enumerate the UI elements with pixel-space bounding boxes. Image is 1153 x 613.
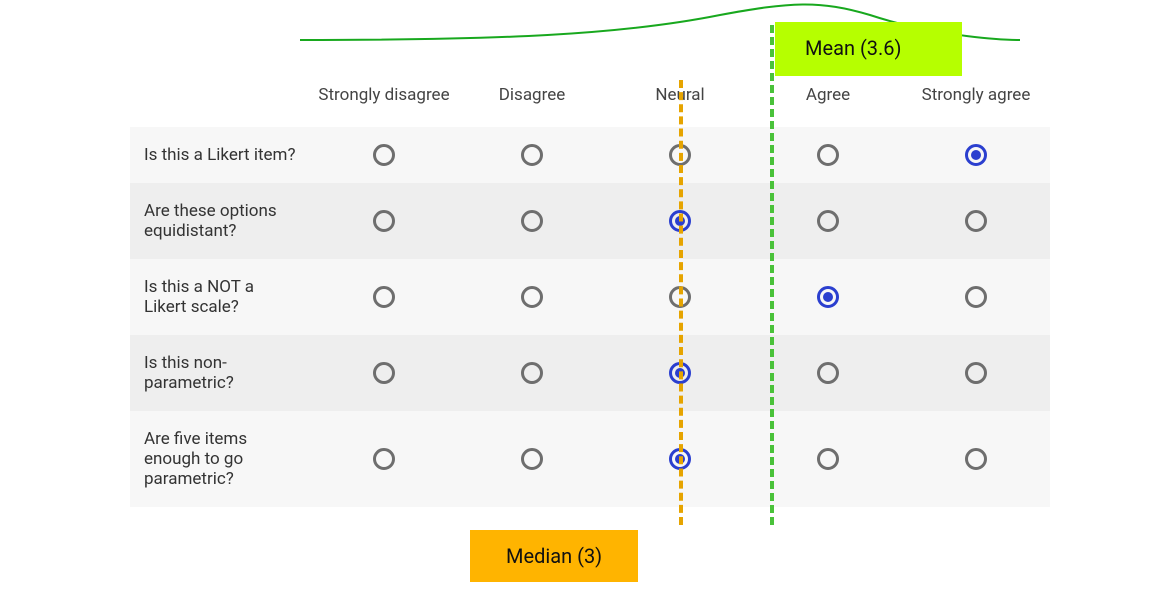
choice-cell: [458, 183, 606, 259]
column-header: Agree: [754, 75, 902, 127]
column-header: Strongly disagree: [310, 75, 458, 127]
distribution-curve: [0, 0, 1153, 60]
likert-grid: Strongly disagreeDisagreeNeuralAgreeStro…: [130, 75, 1050, 507]
question-text: Is this a Likert item?: [144, 145, 296, 165]
choice-cell: [310, 335, 458, 411]
radio-option[interactable]: [965, 144, 987, 166]
radio-option[interactable]: [965, 286, 987, 308]
header-empty: [130, 75, 310, 127]
choice-cell: [754, 335, 902, 411]
radio-option[interactable]: [817, 144, 839, 166]
choice-cell: [458, 259, 606, 335]
radio-option[interactable]: [373, 448, 395, 470]
question-text: Are these options equidistant?: [144, 201, 277, 241]
median-badge: Median (3): [470, 530, 638, 582]
column-header: Strongly agree: [902, 75, 1050, 127]
choice-cell: [754, 183, 902, 259]
choice-cell: [902, 127, 1050, 183]
choice-cell: [310, 259, 458, 335]
choice-cell: [458, 127, 606, 183]
column-header-label: Strongly disagree: [318, 85, 450, 105]
radio-option[interactable]: [817, 286, 839, 308]
choice-cell: [754, 411, 902, 507]
radio-option[interactable]: [521, 448, 543, 470]
median-label: Median (3): [506, 544, 602, 568]
radio-option[interactable]: [521, 210, 543, 232]
radio-option[interactable]: [521, 144, 543, 166]
question-cell: Are five items enough to go parametric?: [130, 411, 310, 507]
question-text: Are five items enough to go parametric?: [144, 429, 247, 489]
radio-option[interactable]: [965, 210, 987, 232]
choice-cell: [902, 259, 1050, 335]
question-cell: Are these options equidistant?: [130, 183, 310, 259]
radio-option[interactable]: [373, 286, 395, 308]
mean-label: Mean (3.6): [805, 36, 902, 60]
column-header: Disagree: [458, 75, 606, 127]
radio-option[interactable]: [373, 144, 395, 166]
question-cell: Is this a Likert item?: [130, 127, 310, 183]
likert-diagram: Mean (3.6) Strongly disagreeDisagreeNeur…: [0, 0, 1153, 613]
column-header-label: Disagree: [466, 85, 598, 105]
question-cell: Is this non-parametric?: [130, 335, 310, 411]
mean-line: [770, 25, 774, 525]
choice-cell: [310, 127, 458, 183]
radio-option[interactable]: [817, 362, 839, 384]
radio-option[interactable]: [521, 286, 543, 308]
column-header-label: Strongly agree: [910, 85, 1042, 105]
radio-option[interactable]: [521, 362, 543, 384]
radio-option[interactable]: [965, 448, 987, 470]
radio-option[interactable]: [373, 210, 395, 232]
radio-option[interactable]: [817, 448, 839, 470]
column-header-label: Agree: [762, 85, 894, 105]
question-text: Is this a NOT a Likert scale?: [144, 277, 254, 317]
choice-cell: [902, 335, 1050, 411]
choice-cell: [310, 411, 458, 507]
choice-cell: [458, 411, 606, 507]
choice-cell: [754, 259, 902, 335]
choice-cell: [458, 335, 606, 411]
median-line: [679, 80, 683, 525]
question-text: Is this non-parametric?: [144, 353, 234, 393]
radio-option[interactable]: [373, 362, 395, 384]
choice-cell: [902, 183, 1050, 259]
choice-cell: [902, 411, 1050, 507]
choice-cell: [310, 183, 458, 259]
radio-option[interactable]: [965, 362, 987, 384]
radio-option[interactable]: [817, 210, 839, 232]
mean-badge: Mean (3.6): [775, 22, 962, 76]
choice-cell: [754, 127, 902, 183]
question-cell: Is this a NOT a Likert scale?: [130, 259, 310, 335]
